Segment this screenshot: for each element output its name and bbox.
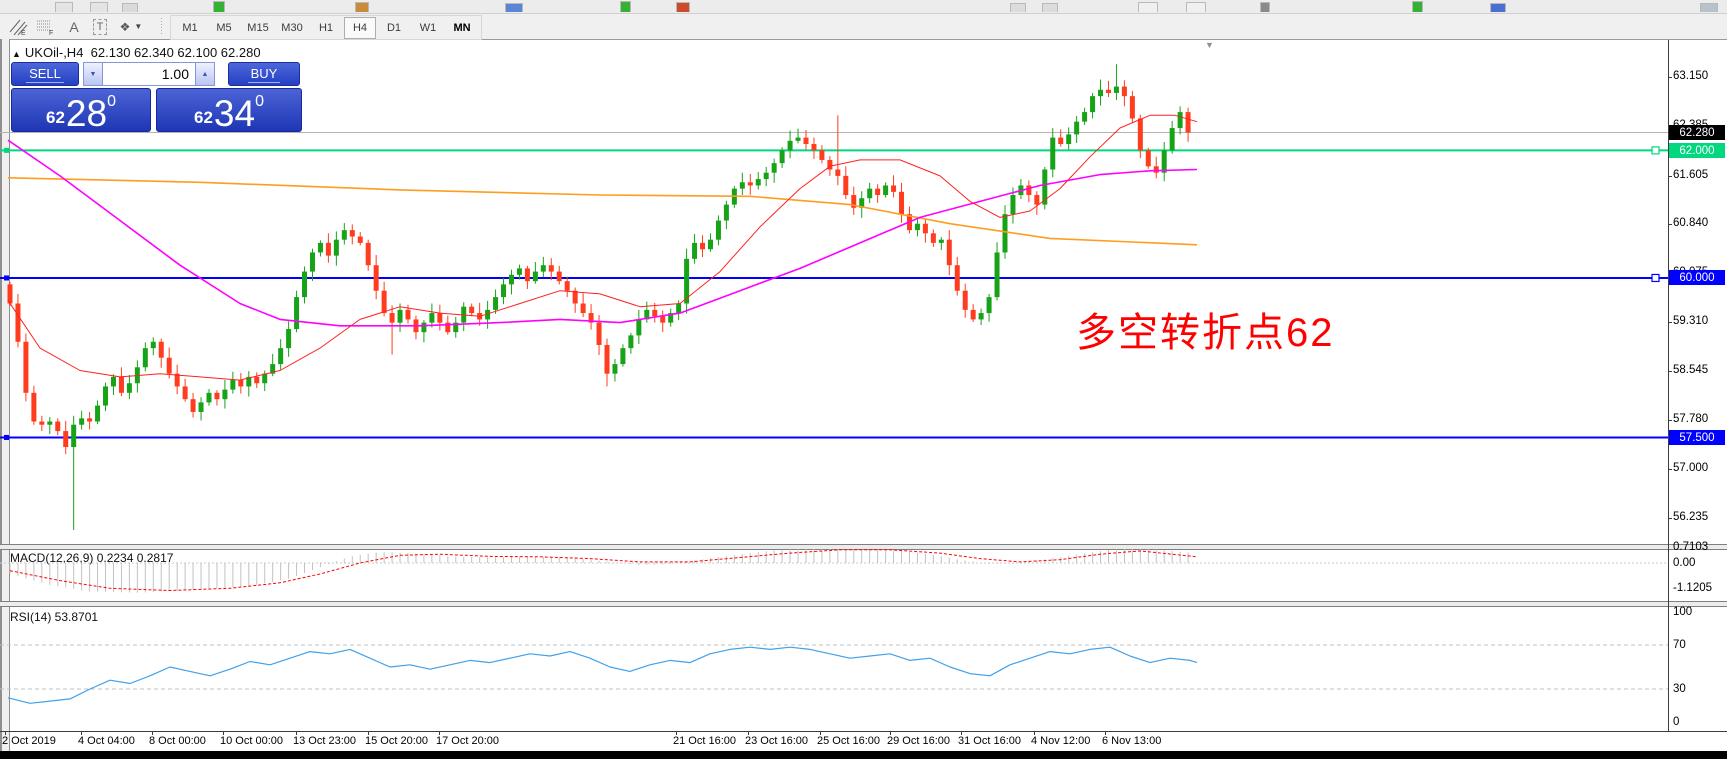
toolbar-icon-fragment[interactable] (355, 2, 369, 12)
hline-60000-handle (1651, 273, 1660, 283)
toolbar-icon-fragment[interactable] (1042, 3, 1058, 12)
rsi-axis-label: 30 (1673, 683, 1686, 695)
hline-62-box: 62.000 (1669, 143, 1725, 158)
time-axis-label: 8 Oct 00:00 (149, 735, 206, 747)
hline-57500-left-handle (4, 434, 9, 440)
price-axis-label: 61.605 (1673, 169, 1709, 181)
main-chart-plot[interactable] (0, 40, 1668, 544)
price-tick (1668, 77, 1672, 78)
svg-text:F: F (49, 30, 53, 36)
price-axis-label: 60.840 (1673, 217, 1709, 229)
toolbar-icon-fragment[interactable] (1010, 3, 1026, 12)
timeframe-button-w1[interactable]: W1 (412, 17, 444, 39)
hline-575-box: 57.500 (1669, 430, 1725, 445)
time-axis-label: 23 Oct 16:00 (745, 735, 808, 747)
timeframe-button-m1[interactable]: M1 (174, 17, 206, 39)
price-tick (1668, 371, 1672, 372)
toolbar-icon-fragment[interactable] (1412, 1, 1423, 12)
timeframe-button-h1[interactable]: H1 (310, 17, 342, 39)
time-axis-label: 29 Oct 16:00 (887, 735, 950, 747)
price-tick (1668, 469, 1672, 470)
hline-62000-handle (1651, 146, 1660, 155)
macd-signal-line (9, 549, 1198, 592)
time-axis-label: 4 Oct 04:00 (78, 735, 135, 747)
time-axis-label: 13 Oct 23:00 (293, 735, 356, 747)
toolbar-icon-fragment[interactable] (1700, 3, 1718, 12)
timeframe-button-d1[interactable]: D1 (378, 17, 410, 39)
current-price-box: 62.280 (1669, 125, 1725, 140)
time-axis-label: 21 Oct 16:00 (673, 735, 736, 747)
toolbar-main: E F A T ❖ ▼ M1 M5 M15 M30 H1 H4 D1 W1 MN (0, 14, 1727, 40)
toolbar-icon-fragment[interactable] (1490, 3, 1506, 12)
time-axis-label: 17 Oct 20:00 (436, 735, 499, 747)
svg-text:E: E (21, 30, 26, 36)
toolbar-icon-fragment[interactable] (213, 1, 225, 12)
price-tick (1668, 176, 1672, 177)
ma-fast-red (7, 114, 1198, 381)
time-axis-label: 10 Oct 00:00 (220, 735, 283, 747)
time-axis-label: 2 Oct 2019 (2, 735, 56, 747)
arrows-icon[interactable]: ❖ ▼ (114, 16, 148, 37)
price-axis-label: 59.310 (1673, 315, 1709, 327)
mt4-terminal: E F A T ❖ ▼ M1 M5 M15 M30 H1 H4 D1 W1 MN ▲ UK (0, 0, 1727, 759)
time-axis-line (0, 731, 1727, 732)
toolbar-icon-fragment[interactable] (676, 2, 690, 12)
macd-axis-label: -1.1205 (1673, 582, 1713, 594)
price-axis-label: 58.545 (1673, 364, 1709, 376)
macd-axis-label: 0.00 (1673, 557, 1696, 569)
equidistant-channel-icon[interactable]: E (6, 16, 30, 37)
time-axis-label: 15 Oct 20:00 (365, 735, 428, 747)
text-label-icon[interactable]: T (88, 16, 112, 37)
price-tick (1668, 224, 1672, 225)
price-tick (1668, 518, 1672, 519)
time-axis-label: 31 Oct 16:00 (958, 735, 1021, 747)
timeframe-button-m30[interactable]: M30 (276, 17, 308, 39)
candles-series (7, 64, 1191, 530)
bottom-black-bar (0, 751, 1727, 759)
fibonacci-icon[interactable]: F (34, 16, 58, 37)
timeframe-button-h4[interactable]: H4 (344, 16, 376, 39)
timeframe-button-m5[interactable]: M5 (208, 17, 240, 39)
price-axis-label: 57.000 (1673, 462, 1709, 474)
toolbar-top-strip (0, 0, 1727, 14)
price-tick (1668, 322, 1672, 323)
text-icon[interactable]: A (62, 16, 86, 37)
macd-histogram (9, 549, 1189, 593)
rsi-plot (0, 644, 1668, 704)
hline-60-box: 60.000 (1669, 270, 1725, 285)
toolbar-icon-fragment[interactable] (90, 2, 108, 12)
timeframe-button-mn[interactable]: MN (446, 17, 478, 39)
toolbar-grip (160, 18, 164, 35)
price-tick (1668, 420, 1672, 421)
macd-axis-label: 0.7103 (1673, 541, 1709, 553)
timeframe-button-m15[interactable]: M15 (242, 17, 274, 39)
hline-60000-left-handle (4, 275, 9, 281)
toolbar-icon-fragment[interactable] (1138, 2, 1158, 12)
macd-plot (0, 549, 1668, 593)
hline-62000-left-handle (4, 147, 9, 153)
timeframe-toolbar: M1 M5 M15 M30 H1 H4 D1 W1 MN (170, 15, 482, 40)
price-axis-label: 63.150 (1673, 70, 1709, 82)
time-axis-label: 4 Nov 12:00 (1031, 735, 1091, 747)
toolbar-icon-fragment[interactable] (55, 2, 73, 12)
toolbar-icon-fragment[interactable] (122, 3, 138, 12)
price-axis-label: 57.780 (1673, 413, 1709, 425)
price-axis-label: 56.235 (1673, 511, 1709, 523)
rsi-line (7, 646, 1198, 704)
toolbar-icon-fragment[interactable] (505, 3, 523, 12)
toolbar-icon-fragment[interactable] (1260, 2, 1270, 12)
toolbar-icon-fragment[interactable] (1186, 2, 1206, 12)
time-axis-label: 25 Oct 16:00 (817, 735, 880, 747)
toolbar-icon-fragment[interactable] (620, 1, 631, 12)
rsi-axis-label: 70 (1673, 639, 1686, 651)
time-axis-label: 6 Nov 13:00 (1102, 735, 1162, 747)
rsi-axis-label: 0 (1673, 716, 1680, 728)
rsi-axis-label: 100 (1673, 606, 1693, 618)
